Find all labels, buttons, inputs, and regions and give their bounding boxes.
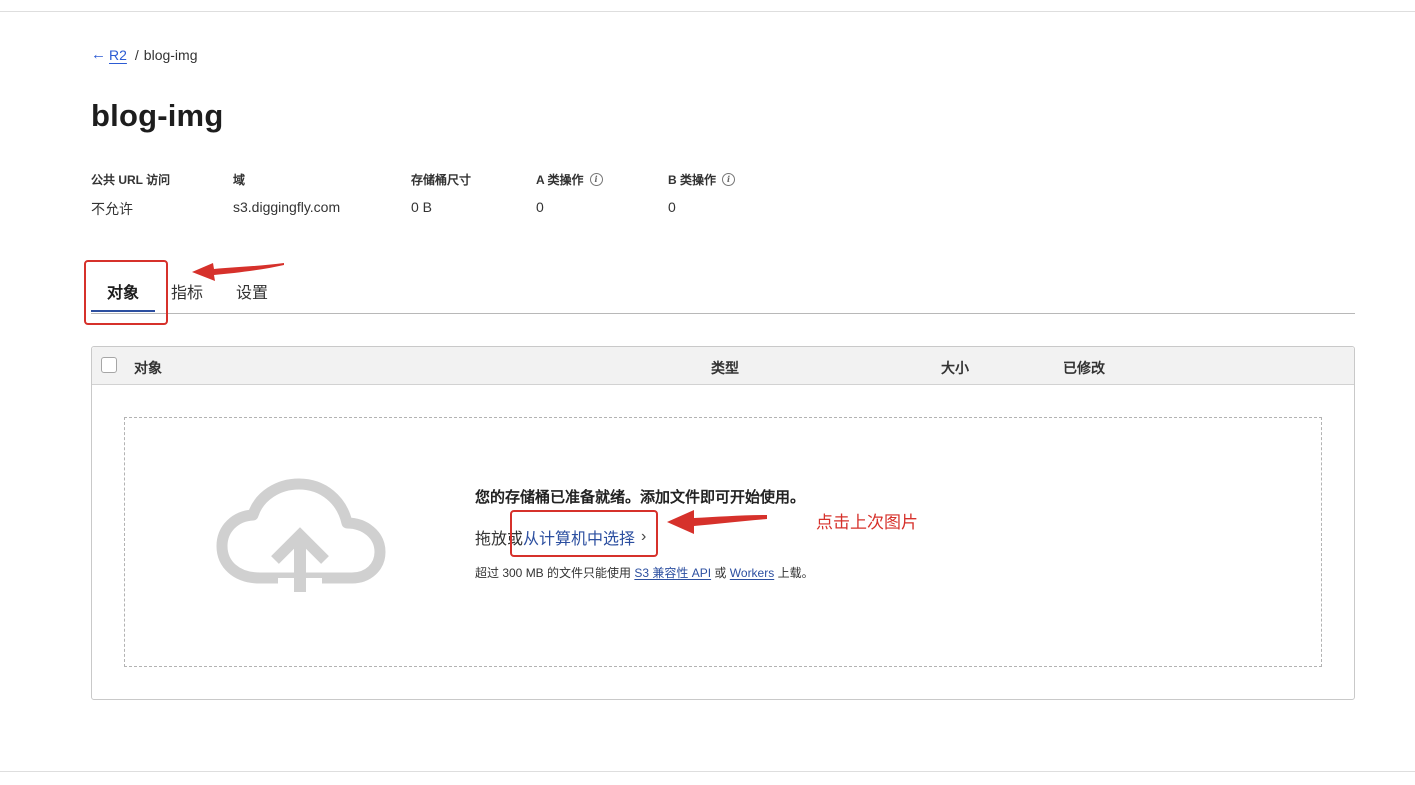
annotation-callout: 点击上次图片 xyxy=(816,513,918,532)
arrow-left-icon xyxy=(667,510,767,534)
annotation-arrows xyxy=(192,263,767,534)
arrow-left-icon xyxy=(192,263,284,281)
bottom-divider xyxy=(0,771,1415,772)
